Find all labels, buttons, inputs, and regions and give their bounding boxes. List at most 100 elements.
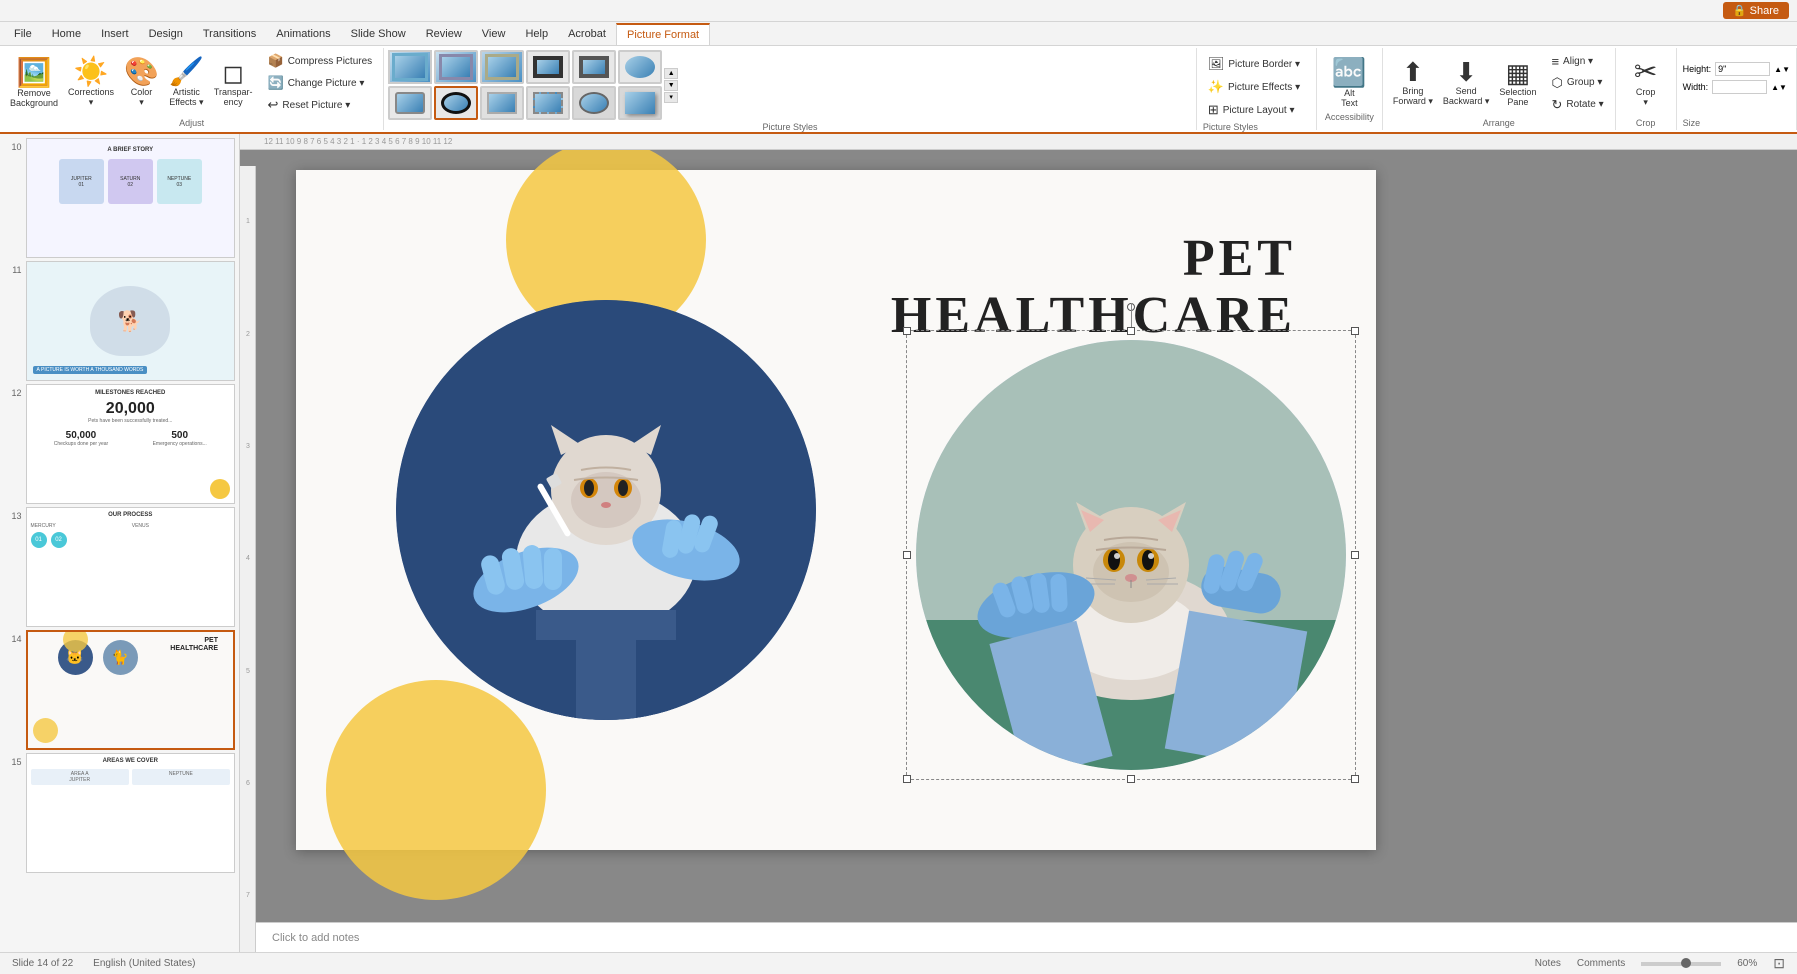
- styles-scroll-more[interactable]: ▾: [664, 92, 678, 103]
- style-thumb-1[interactable]: [388, 50, 432, 84]
- style-thumb-11[interactable]: [572, 86, 616, 120]
- slide-img-13[interactable]: OUR PROCESS MERCURY VENUS 01 02: [26, 507, 235, 627]
- style-thumb-10[interactable]: [526, 86, 570, 120]
- slide-canvas[interactable]: PET HEALTHCARE: [296, 170, 1376, 850]
- tab-home[interactable]: Home: [42, 23, 91, 45]
- slide-img-10[interactable]: A BRIEF STORY JUPITER01 SATURN02 NEPTUNE…: [26, 138, 235, 258]
- tab-file[interactable]: File: [4, 23, 42, 45]
- color-button[interactable]: 🎨 Color▾: [120, 56, 163, 110]
- rotate-button[interactable]: ↻ Rotate ▾: [1546, 95, 1608, 115]
- tab-animations[interactable]: Animations: [266, 23, 340, 45]
- style-thumb-8[interactable]: [434, 86, 478, 120]
- style-thumb-12[interactable]: [618, 86, 662, 120]
- picture-styles-label: Picture Styles: [388, 122, 1192, 132]
- width-input[interactable]: [1712, 80, 1767, 94]
- corrections-button[interactable]: ☀️ Corrections▾: [64, 56, 118, 110]
- handle-ml[interactable]: [903, 551, 911, 559]
- picture-border-button[interactable]: 🖼 Picture Border ▾: [1203, 54, 1305, 74]
- compress-icon: 📦: [268, 53, 284, 69]
- styles-items: ▲ ▼ ▾: [388, 50, 1192, 120]
- change-picture-button[interactable]: 🔄 Change Picture ▾: [263, 73, 378, 93]
- tab-view[interactable]: View: [472, 23, 516, 45]
- slide-img-15[interactable]: AREAS WE COVER AREA AJUPITER NEPTUNE: [26, 753, 235, 873]
- share-button[interactable]: 🔒 Share: [1723, 2, 1789, 19]
- styles-scroll-down[interactable]: ▼: [664, 80, 678, 91]
- slide-thumb-13[interactable]: 13 OUR PROCESS MERCURY VENUS 01 02: [4, 507, 235, 627]
- handle-bc[interactable]: [1127, 775, 1135, 783]
- style-thumb-6[interactable]: [618, 50, 662, 84]
- width-spinner[interactable]: ▲▼: [1771, 83, 1787, 92]
- slide-thumb-11[interactable]: 11 🐕 A PICTURE IS WORTH A THOUSAND WORDS: [4, 261, 235, 381]
- send-backward-button[interactable]: ⬇ SendBackward ▾: [1439, 57, 1494, 109]
- style-thumb-3[interactable]: [480, 50, 524, 84]
- crop-group: ✂ Crop▾ Crop: [1616, 48, 1677, 130]
- tab-design[interactable]: Design: [139, 23, 193, 45]
- slide-thumb-15[interactable]: 15 AREAS WE COVER AREA AJUPITER NEPTUNE: [4, 753, 235, 873]
- adjust-group-items: 🖼️ RemoveBackground ☀️ Corrections▾ 🎨 Co…: [6, 50, 377, 116]
- tab-acrobat[interactable]: Acrobat: [558, 23, 616, 45]
- adjust-group-label: Adjust: [179, 118, 204, 128]
- slide-thumb-14[interactable]: 14 PETHEALTHCARE 🐱 🐈: [4, 630, 235, 750]
- remove-background-button[interactable]: 🖼️ RemoveBackground: [6, 57, 62, 110]
- tab-help[interactable]: Help: [515, 23, 558, 45]
- slide-img-12[interactable]: MILESTONES REACHED 20,000 Pets have been…: [26, 384, 235, 504]
- handle-bl[interactable]: [903, 775, 911, 783]
- tab-picture-format[interactable]: Picture Format: [616, 23, 710, 45]
- group-button[interactable]: ⬡ Group ▾: [1546, 73, 1608, 93]
- left-circle-image[interactable]: [396, 300, 816, 720]
- style-thumb-9[interactable]: [480, 86, 524, 120]
- tab-slideshow[interactable]: Slide Show: [341, 23, 416, 45]
- slide-thumb-12[interactable]: 12 MILESTONES REACHED 20,000 Pets have b…: [4, 384, 235, 504]
- slide-img-14[interactable]: PETHEALTHCARE 🐱 🐈: [26, 630, 235, 750]
- style-thumb-2[interactable]: [434, 50, 478, 84]
- size-label: Size: [1683, 118, 1701, 128]
- group-icon: ⬡: [1551, 75, 1562, 91]
- style-thumb-5[interactable]: [572, 50, 616, 84]
- horizontal-ruler: 12 11 10 9 8 7 6 5 4 3 2 1 · 1 2 3 4 5 6…: [240, 134, 1797, 150]
- height-spinner[interactable]: ▲▼: [1774, 65, 1790, 74]
- width-row: Width: ▲▼: [1683, 80, 1790, 94]
- handle-br[interactable]: [1351, 775, 1359, 783]
- style-thumb-4[interactable]: [526, 50, 570, 84]
- compress-pictures-button[interactable]: 📦 Compress Pictures: [263, 51, 378, 71]
- alt-text-button[interactable]: 🔤 AltText: [1328, 57, 1371, 110]
- height-input[interactable]: [1715, 62, 1770, 76]
- handle-tr[interactable]: [1351, 327, 1359, 335]
- handle-mr[interactable]: [1351, 551, 1359, 559]
- handle-tc[interactable]: [1127, 327, 1135, 335]
- reset-picture-button[interactable]: ↩ Reset Picture ▾: [263, 95, 378, 115]
- accessibility-group: 🔤 AltText Accessibility: [1317, 48, 1383, 130]
- picture-effects-button[interactable]: ✨ Picture Effects ▾: [1203, 77, 1305, 97]
- notes-toggle[interactable]: Notes: [1535, 958, 1561, 969]
- notes-bar[interactable]: Click to add notes: [256, 922, 1797, 952]
- adjust-group: 🖼️ RemoveBackground ☀️ Corrections▾ 🎨 Co…: [0, 48, 384, 130]
- picture-layout-button[interactable]: ⊞ Picture Layout ▾: [1203, 100, 1305, 120]
- zoom-slider[interactable]: [1641, 962, 1721, 966]
- bring-forward-button[interactable]: ⬆ BringForward ▾: [1389, 57, 1437, 109]
- tab-insert[interactable]: Insert: [91, 23, 139, 45]
- style-thumb-7[interactable]: [388, 86, 432, 120]
- align-button[interactable]: ≡ Align ▾: [1546, 52, 1608, 71]
- ribbon-content: 🖼️ RemoveBackground ☀️ Corrections▾ 🎨 Co…: [0, 46, 1797, 132]
- fit-slide-button[interactable]: ⊡: [1773, 955, 1785, 972]
- slide-img-11[interactable]: 🐕 A PICTURE IS WORTH A THOUSAND WORDS: [26, 261, 235, 381]
- styles-scroll-up[interactable]: ▲: [664, 68, 678, 79]
- slide-thumb-10[interactable]: 10 A BRIEF STORY JUPITER01 SATURN02 NEPT…: [4, 138, 235, 258]
- handle-tl[interactable]: [903, 327, 911, 335]
- alt-text-icon: 🔤: [1332, 59, 1367, 87]
- artistic-effects-button[interactable]: 🖌️ ArtisticEffects ▾: [165, 56, 208, 110]
- transparency-button[interactable]: ◻ Transpar-ency: [210, 58, 257, 109]
- zoom-thumb[interactable]: [1681, 958, 1691, 968]
- canvas-area: 12 11 10 9 8 7 6 5 4 3 2 1 · 1 2 3 4 5 6…: [240, 134, 1797, 952]
- tab-transitions[interactable]: Transitions: [193, 23, 266, 45]
- tab-review[interactable]: Review: [416, 23, 472, 45]
- slide-number-11: 11: [4, 265, 22, 275]
- right-circle-image-container[interactable]: [916, 340, 1346, 770]
- selection-pane-button[interactable]: ▦ SelectionPane: [1495, 58, 1540, 109]
- slide-title: PET HEALTHCARE: [891, 230, 1296, 344]
- picture-effects-icon: ✨: [1208, 79, 1224, 95]
- comments-toggle[interactable]: Comments: [1577, 958, 1625, 969]
- picture-border-icon: 🖼: [1208, 56, 1225, 72]
- slide-panel[interactable]: 10 A BRIEF STORY JUPITER01 SATURN02 NEPT…: [0, 134, 240, 952]
- crop-button[interactable]: ✂ Crop▾: [1622, 56, 1670, 110]
